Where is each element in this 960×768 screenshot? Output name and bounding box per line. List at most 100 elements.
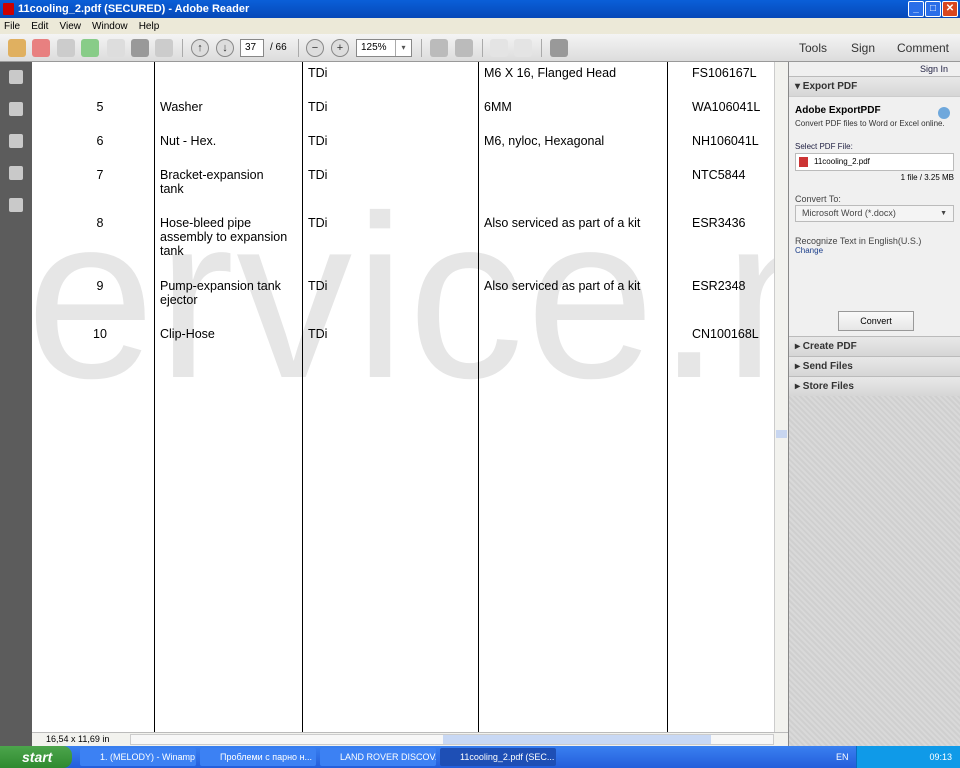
pdf-file-icon — [799, 157, 808, 167]
cell-engine: TDi — [308, 100, 328, 114]
send-files-section[interactable]: ▸ Send Files — [789, 356, 960, 376]
cell-num: 9 — [96, 279, 104, 293]
cell-code: CN100168L — [692, 327, 759, 341]
tools-tab[interactable]: Tools — [799, 34, 827, 62]
print-icon[interactable] — [131, 39, 149, 57]
create-pdf-section[interactable]: ▸ Create PDF — [789, 336, 960, 356]
menu-window[interactable]: Window — [92, 21, 128, 32]
open-icon[interactable] — [8, 39, 26, 57]
file-name: 11cooling_2.pdf — [814, 157, 870, 166]
cell-part: Washer — [160, 100, 203, 114]
attachment-icon[interactable] — [9, 166, 23, 180]
fit-page-icon[interactable] — [430, 39, 448, 57]
menu-bar: File Edit View Window Help — [0, 18, 960, 34]
save-icon[interactable] — [107, 39, 125, 57]
menu-view[interactable]: View — [59, 21, 81, 32]
cell-part: Hose-bleed pipe assembly to expansion ta… — [160, 216, 288, 258]
task-folder[interactable]: LAND ROVER DISCOV... — [320, 748, 436, 766]
cell-code: NTC5844 — [692, 168, 746, 182]
convert-button[interactable]: Convert — [838, 311, 914, 331]
tools-panel: Sign In ▾ Export PDF Adobe ExportPDF Con… — [788, 62, 960, 746]
cell-engine: TDi — [308, 279, 328, 293]
cell-code: ESR2348 — [692, 279, 746, 293]
document-view: ervice.n TDi M6 X 16, Flanged Head FS10616… — [32, 62, 774, 732]
cloud-icon — [938, 107, 950, 119]
horizontal-scrollbar[interactable] — [130, 734, 774, 745]
create-pdf-icon[interactable] — [32, 39, 50, 57]
menu-file[interactable]: File — [4, 21, 20, 32]
file-info: 1 file / 3.25 MB — [900, 173, 954, 182]
minimize-button[interactable]: _ — [908, 1, 924, 17]
cell-remarks: Also serviced as part of a kit — [484, 279, 641, 293]
cell-num: 7 — [96, 168, 104, 182]
task-winamp[interactable]: 1. (MELODY) - Winamp — [80, 748, 196, 766]
zoom-in-button[interactable]: + — [331, 39, 349, 57]
pages-icon[interactable] — [9, 102, 23, 116]
layers-icon[interactable] — [9, 198, 23, 212]
clock: 09:13 — [929, 752, 952, 762]
cell-num: 10 — [93, 327, 107, 341]
menu-help[interactable]: Help — [139, 21, 160, 32]
cell-part: Clip-Hose — [160, 327, 215, 341]
cell-engine: TDi — [308, 134, 328, 148]
status-bar: 16,54 x 11,69 in — [32, 732, 788, 746]
task-opera[interactable]: Проблеми с парно н... — [200, 748, 316, 766]
cell-num: 5 — [96, 100, 104, 114]
store-files-section[interactable]: ▸ Store Files — [789, 376, 960, 396]
cell-code: WA106041L — [692, 100, 761, 114]
chevron-down-icon: ▼ — [940, 210, 947, 217]
cell-num: 8 — [96, 216, 104, 230]
close-button[interactable]: ✕ — [942, 1, 958, 17]
window-title: 11cooling_2.pdf (SECURED) - Adobe Reader — [18, 3, 250, 15]
file-field[interactable]: 11cooling_2.pdf — [795, 153, 954, 171]
full-screen-icon[interactable] — [455, 39, 473, 57]
email-icon[interactable] — [155, 39, 173, 57]
navigation-pane — [0, 62, 32, 746]
cell-part: Bracket-expansion tank — [160, 168, 264, 196]
page-size: 16,54 x 11,69 in — [46, 734, 110, 744]
watermark: ervice.n — [32, 168, 774, 427]
upload-cloud-icon[interactable] — [81, 39, 99, 57]
toolbar: ↑ ↓ 37 / 66 − + 125% ▾ Tools Sign Comment — [0, 34, 960, 62]
cell-remarks: Also serviced as part of a kit — [484, 216, 641, 230]
edit-icon[interactable] — [57, 39, 75, 57]
cell-num: 6 — [96, 134, 104, 148]
language-indicator[interactable]: EN — [836, 746, 849, 768]
cell-part: Pump-expansion tank ejector — [160, 279, 281, 307]
convert-to-select[interactable]: Microsoft Word (*.docx) ▼ — [795, 205, 954, 222]
next-page-button[interactable]: ↓ — [216, 39, 234, 57]
cell-code: FS106167L — [692, 66, 757, 80]
scroll-thumb[interactable] — [443, 735, 711, 744]
adobe-reader-icon — [3, 3, 14, 15]
comment-bubble-icon — [490, 39, 508, 57]
select-label: Select PDF File: — [795, 142, 853, 151]
title-bar: 11cooling_2.pdf (SECURED) - Adobe Reader… — [0, 0, 960, 18]
menu-edit[interactable]: Edit — [31, 21, 48, 32]
bookmark-icon[interactable] — [9, 134, 23, 148]
sign-in-link[interactable]: Sign In — [920, 64, 948, 74]
export-pdf-header[interactable]: ▾ Export PDF — [789, 76, 960, 96]
vertical-scrollbar[interactable] — [774, 62, 788, 732]
zoom-select[interactable]: 125% ▾ — [356, 39, 412, 57]
change-link[interactable]: Change — [795, 246, 954, 255]
chevron-down-icon[interactable]: ▾ — [395, 40, 411, 56]
previous-page-button[interactable]: ↑ — [191, 39, 209, 57]
comment-tab[interactable]: Comment — [897, 34, 949, 62]
page-number-input[interactable]: 37 — [240, 39, 264, 57]
convert-to-value: Microsoft Word (*.docx) — [802, 208, 896, 218]
zoom-out-button[interactable]: − — [306, 39, 324, 57]
zoom-value: 125% — [361, 42, 387, 53]
expand-icon[interactable] — [550, 39, 568, 57]
export-description: Convert PDF files to Word or Excel onlin… — [795, 119, 945, 128]
start-button[interactable]: start — [0, 746, 72, 768]
system-tray: 09:13 — [856, 746, 960, 768]
lock-icon[interactable] — [9, 70, 23, 84]
scroll-thumb[interactable] — [776, 430, 787, 438]
cell-engine: TDi — [308, 168, 328, 182]
cell-remarks: M6, nyloc, Hexagonal — [484, 134, 605, 148]
task-adobe-reader[interactable]: 11cooling_2.pdf (SEC... — [440, 748, 556, 766]
cell-engine: TDi — [308, 66, 328, 80]
maximize-button[interactable]: □ — [925, 1, 941, 17]
cell-engine: TDi — [308, 327, 328, 341]
sign-tab[interactable]: Sign — [851, 34, 875, 62]
